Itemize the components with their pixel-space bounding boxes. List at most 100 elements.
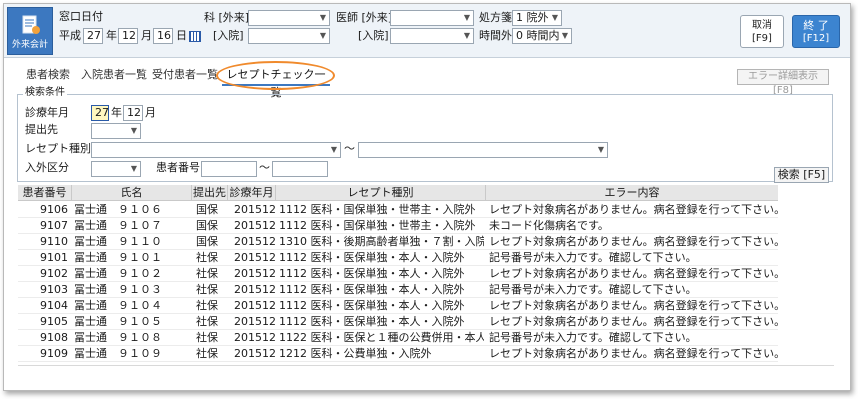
cell-patient-no: 9109: [40, 347, 68, 360]
dept-inpatient-select[interactable]: ▼: [248, 28, 330, 44]
chevron-down-icon: ▼: [319, 31, 326, 40]
column-header-receipt-type[interactable]: レセプト種別: [276, 185, 486, 201]
receipt-type-from-select[interactable]: ▼: [91, 142, 341, 158]
treatment-month-unit: 月: [145, 106, 156, 119]
receipt-type-to-select[interactable]: ▼: [358, 142, 608, 158]
cell-error: 記号番号が未入力です。確認して下さい。: [489, 251, 697, 264]
cell-treatment-month: 201512: [234, 235, 276, 248]
cell-patient-no: 9102: [40, 267, 68, 280]
treatment-year-input[interactable]: 27: [91, 105, 109, 121]
patient-no-to-input[interactable]: [272, 161, 328, 177]
end-button[interactable]: 終 了 [F12]: [792, 15, 840, 48]
cell-error: レセプト対象病名がありません。病名登録を行って下さい。: [489, 235, 778, 248]
after-hours-select[interactable]: 0 時間内 ▼: [512, 28, 572, 44]
table-header: 患者番号 氏名 提出先 診療年月 レセプト種別 エラー内容: [18, 185, 778, 201]
table-row[interactable]: 9105 冨士通 ９１０５ 社保 201512 1112 医科・医保単独・本人・入院外 レ…: [18, 314, 778, 330]
cell-receipt-type: 1212 医科・公費単独・入院外: [279, 347, 432, 360]
cell-name: 冨士通 ９１０２: [74, 267, 162, 280]
table-row[interactable]: 9109 冨士通 ９１０９ 社保 201512 1212 医科・公費単独・入院外 レセプト…: [18, 346, 778, 362]
cell-receipt-type: 1112 医科・医保単独・本人・入院外: [279, 299, 465, 312]
chevron-down-icon: ▼: [597, 145, 604, 154]
patient-no-range-separator: ～: [259, 161, 270, 174]
prescription-select[interactable]: 1 院外 ▼: [512, 10, 562, 26]
cell-patient-no: 9103: [40, 283, 68, 296]
calendar-icon[interactable]: [189, 31, 201, 42]
table-row[interactable]: 9107 冨士通 ９１０７ 国保 201512 1112 医科・国保単独・世帯主・入院外…: [18, 218, 778, 234]
cell-patient-no: 9110: [40, 235, 68, 248]
cell-error: レセプト対象病名がありません。病名登録を行って下さい。: [489, 315, 778, 328]
table-row[interactable]: 9102 冨士通 ９１０２ 社保 201512 1112 医科・医保単独・本人・入院外 レ…: [18, 266, 778, 282]
treatment-year-unit: 年: [111, 106, 122, 119]
tab-patient-search[interactable]: 患者検索: [26, 67, 70, 83]
cell-patient-no: 9104: [40, 299, 68, 312]
column-header-error[interactable]: エラー内容: [486, 185, 778, 201]
table-row[interactable]: 9103 冨士通 ９１０３ 社保 201512 1112 医科・医保単独・本人・入院外 記…: [18, 282, 778, 298]
cell-name: 冨士通 ９１０３: [74, 283, 162, 296]
after-hours-value: 0 時間内: [516, 29, 560, 42]
tab-inpatient-list[interactable]: 入院患者一覧: [81, 67, 147, 83]
chevron-down-icon: ▼: [551, 13, 558, 22]
treatment-month-input[interactable]: 12: [123, 105, 143, 121]
in-out-select[interactable]: ▼: [91, 161, 141, 177]
table-row[interactable]: 9104 冨士通 ９１０４ 社保 201512 1112 医科・医保単独・本人・入院外 レ…: [18, 298, 778, 314]
cell-patient-no: 9107: [40, 219, 68, 232]
cell-submit-to: 社保: [196, 251, 218, 264]
tab-reception-list[interactable]: 受付患者一覧: [152, 67, 218, 83]
treatment-month-label: 診療年月: [25, 106, 69, 119]
year-input[interactable]: 27: [83, 28, 103, 44]
cell-name: 冨士通 ９１０５: [74, 315, 162, 328]
cell-treatment-month: 201512: [234, 203, 276, 216]
table-row[interactable]: 9106 冨士通 ９１０６ 国保 201512 1112 医科・国保単独・世帯主・入院外…: [18, 202, 778, 218]
dept-outpatient-select[interactable]: ▼: [248, 10, 330, 26]
cell-treatment-month: 201512: [234, 299, 276, 312]
cell-submit-to: 国保: [196, 219, 218, 232]
cell-submit-to: 社保: [196, 347, 218, 360]
table-row[interactable]: 9108 冨士通 ９１０８ 社保 201512 1122 医科・医保と１種の公費併用・本…: [18, 330, 778, 346]
receipt-type-range-separator: ～: [344, 142, 355, 155]
prescription-label: 処方箋: [479, 11, 512, 24]
outpatient-billing-button[interactable]: 外来会計: [7, 7, 53, 55]
cell-treatment-month: 201512: [234, 331, 276, 344]
cell-error: レセプト対象病名がありません。病名登録を行って下さい。: [489, 267, 778, 280]
column-header-treatment-month[interactable]: 診療年月: [228, 185, 276, 201]
cancel-button[interactable]: 取消 [F9]: [740, 15, 784, 48]
month-input[interactable]: 12: [118, 28, 138, 44]
cell-submit-to: 社保: [196, 331, 218, 344]
column-header-submit-to[interactable]: 提出先: [192, 185, 228, 201]
column-header-name[interactable]: 氏名: [72, 185, 192, 201]
dept-outpatient-label: 科 [外来]: [204, 11, 250, 24]
cell-error: 記号番号が未入力です。確認して下さい。: [489, 331, 697, 344]
cancel-key: [F9]: [752, 33, 772, 44]
cell-name: 冨士通 ９１０１: [74, 251, 162, 264]
window: 外来会計 窓口日付 平成 27 年 12 月 16 日 科 [外来] ▼ [入院…: [3, 3, 851, 391]
cell-error: 未コード化傷病名です。: [489, 219, 609, 232]
column-header-patient-no[interactable]: 患者番号: [18, 185, 72, 201]
search-button[interactable]: 検索 [F5]: [774, 167, 829, 183]
tab-receipt-check-list[interactable]: レセプトチェック一覧: [222, 66, 330, 99]
cell-submit-to: 社保: [196, 299, 218, 312]
doctor-inpatient-select[interactable]: ▼: [390, 28, 474, 44]
cell-receipt-type: 1112 医科・国保単独・世帯主・入院外: [279, 219, 476, 232]
cell-receipt-type: 1112 医科・医保単独・本人・入院外: [279, 251, 465, 264]
day-input[interactable]: 16: [153, 28, 173, 44]
cell-submit-to: 国保: [196, 203, 218, 216]
cell-treatment-month: 201512: [234, 251, 276, 264]
cell-submit-to: 社保: [196, 283, 218, 296]
error-detail-button[interactable]: エラー詳細表示 [F8]: [737, 69, 829, 96]
day-unit: 日: [176, 29, 187, 42]
era-label: 平成: [59, 29, 81, 42]
window-date-label: 窓口日付: [59, 10, 103, 23]
cell-name: 冨士通 ９１０７: [74, 219, 162, 232]
cell-submit-to: 社保: [196, 267, 218, 280]
cell-receipt-type: 1112 医科・医保単独・本人・入院外: [279, 267, 465, 280]
chevron-down-icon: ▼: [130, 126, 137, 135]
table-row[interactable]: 9110 冨士通 ９１１０ 国保 201512 1310 医科・後期高齢者単独・７割・入…: [18, 234, 778, 250]
submit-to-select[interactable]: ▼: [91, 123, 141, 139]
chevron-down-icon: ▼: [463, 13, 470, 22]
patient-no-from-input[interactable]: [201, 161, 257, 177]
cell-treatment-month: 201512: [234, 347, 276, 360]
doctor-outpatient-label: 医師 [外来]: [336, 11, 393, 24]
doctor-outpatient-select[interactable]: ▼: [390, 10, 474, 26]
table-row[interactable]: 9101 冨士通 ９１０１ 社保 201512 1112 医科・医保単独・本人・入院外 記…: [18, 250, 778, 266]
cell-receipt-type: 1310 医科・後期高齢者単独・７割・入院外: [279, 235, 484, 248]
